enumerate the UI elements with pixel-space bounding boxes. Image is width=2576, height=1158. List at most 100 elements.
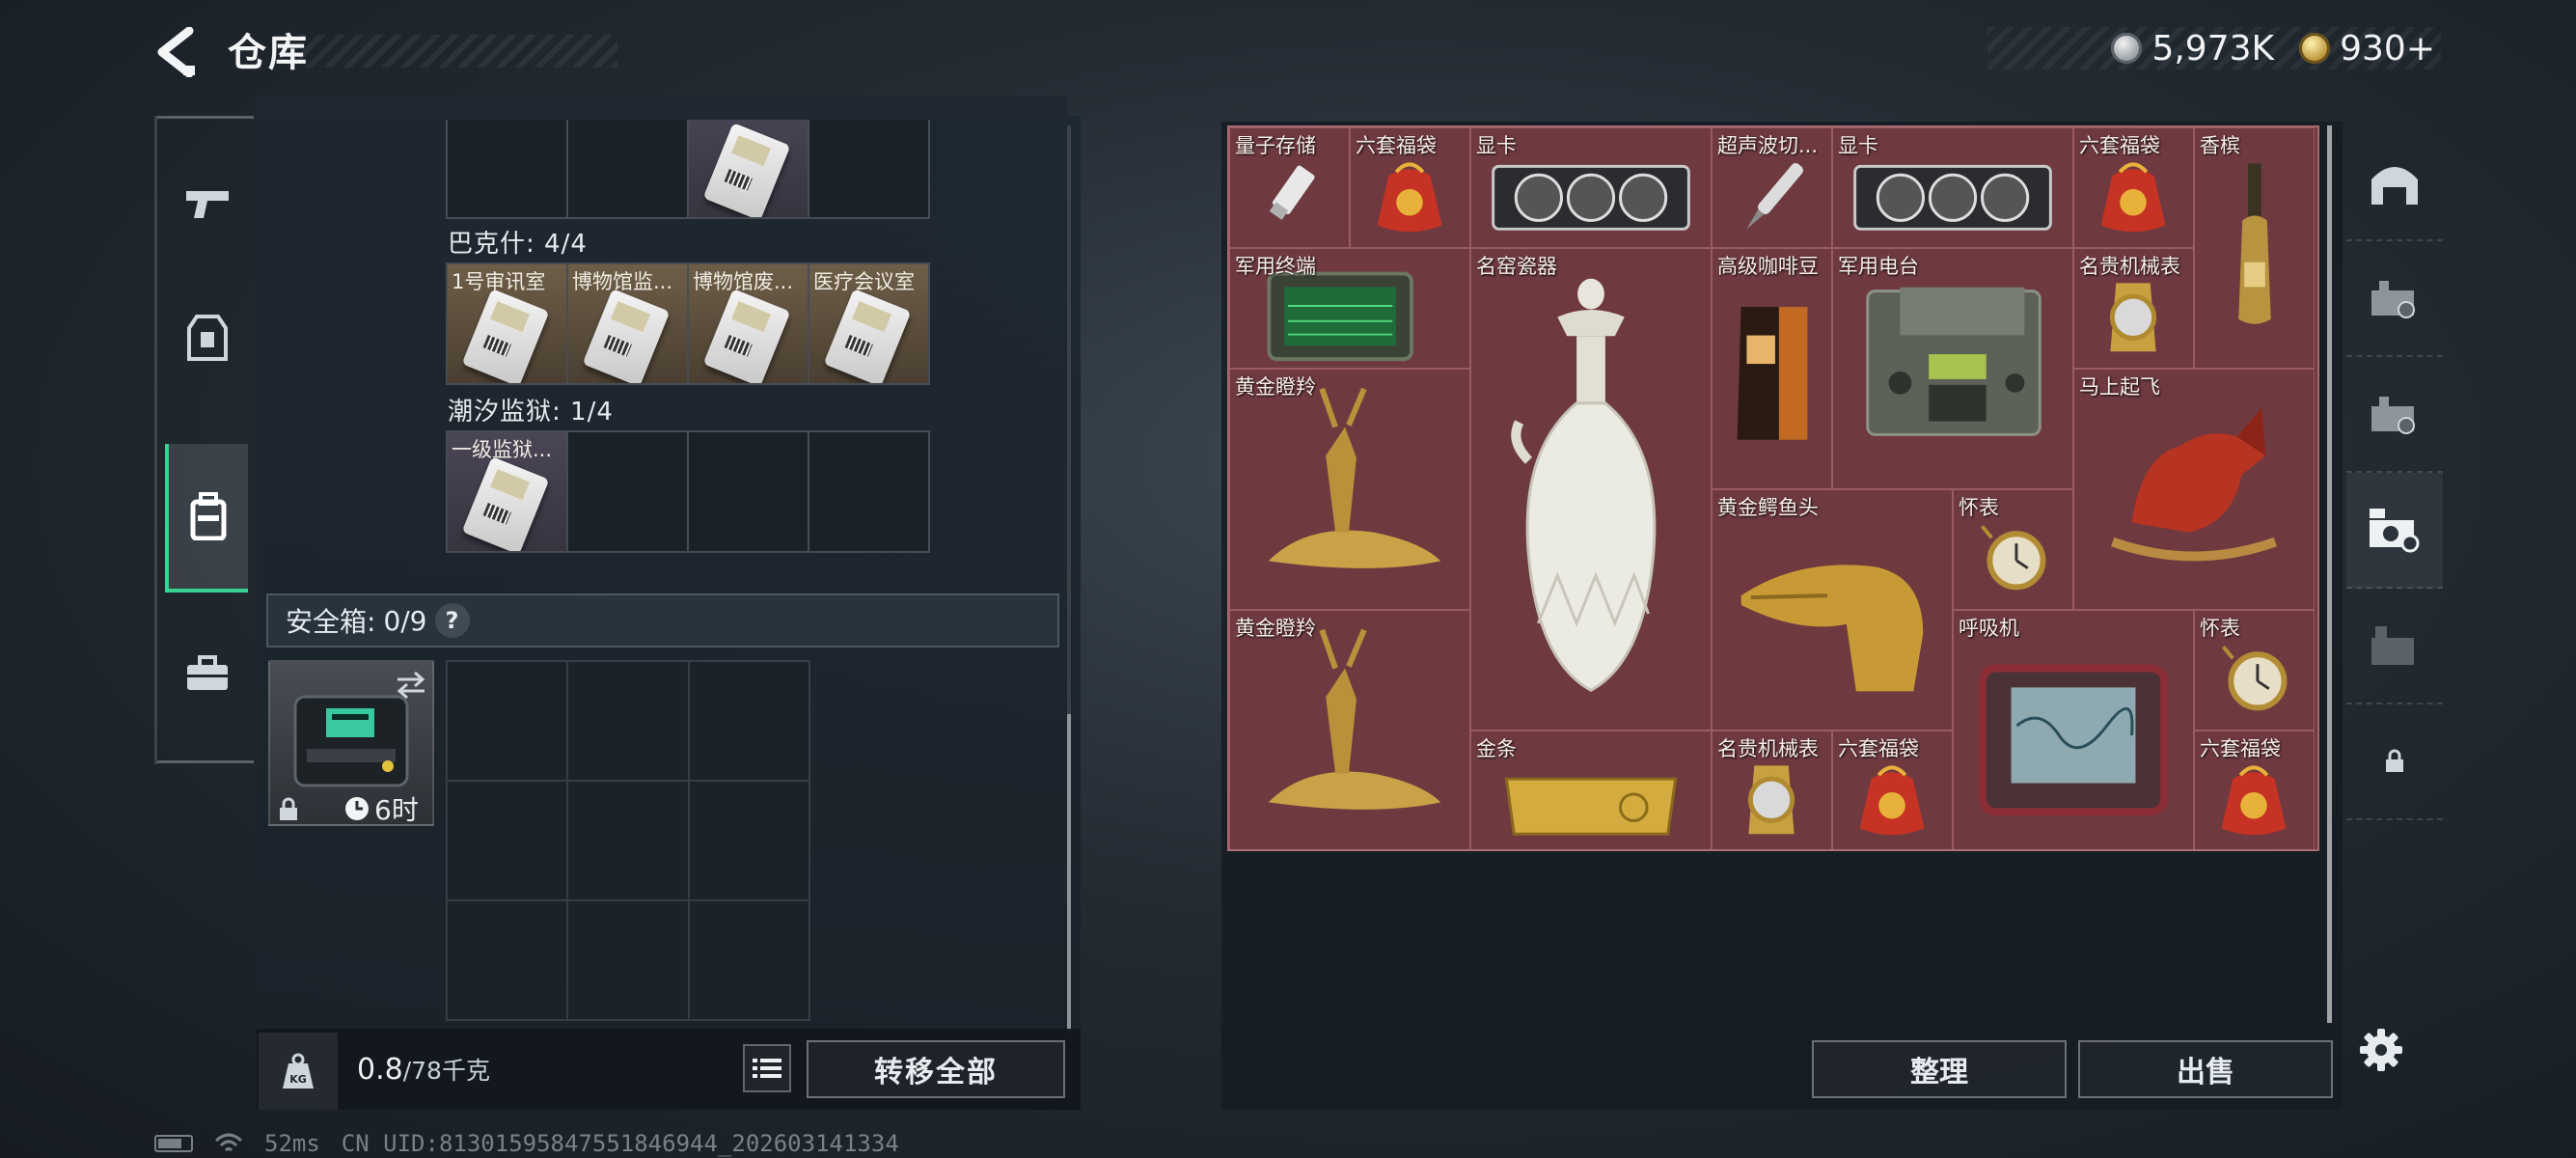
stash-main-icon xyxy=(2371,167,2418,205)
stash-item-pocket-watch[interactable]: 怀表 xyxy=(1953,489,2073,610)
stash-tab-2-icon xyxy=(2371,281,2415,318)
stash-item-gpu[interactable]: 显卡 xyxy=(1832,127,2073,248)
safebox-slot[interactable] xyxy=(448,901,567,1019)
gold-currency[interactable]: 930+ xyxy=(2299,29,2435,69)
silver-coin-icon xyxy=(2111,33,2143,64)
rail-armor[interactable] xyxy=(167,290,248,386)
item-label: 黄金瞪羚 xyxy=(1235,617,1316,640)
sort-button[interactable]: 整理 xyxy=(1812,1040,2067,1098)
lock-icon xyxy=(280,797,297,820)
stash-tab-5[interactable] xyxy=(2346,589,2443,704)
stash-item-ventilator[interactable]: 呼吸机 xyxy=(1953,610,2194,851)
safebox-slot[interactable] xyxy=(689,782,808,899)
stash-item-lucky-bag[interactable]: 六套福袋 xyxy=(1832,731,1953,851)
help-icon[interactable]: ? xyxy=(434,603,470,638)
stash-item-lucky-bag[interactable]: 六套福袋 xyxy=(2073,127,2194,248)
transfer-all-button[interactable]: 转移全部 xyxy=(807,1040,1065,1098)
stash-tab-locked[interactable] xyxy=(2346,704,2443,820)
safebox-slot[interactable] xyxy=(689,901,808,1019)
safebox-slot[interactable] xyxy=(568,662,688,780)
stash-item-champagne[interactable]: 香槟 xyxy=(2194,127,2315,369)
keycard-image xyxy=(461,289,550,383)
safebox-slot[interactable] xyxy=(448,662,567,780)
safebox-label: 安全箱: xyxy=(286,606,376,638)
rail-top-cap xyxy=(157,116,254,119)
keycard-slot[interactable]: 医疗会议室 xyxy=(809,264,928,383)
keycard-slot[interactable]: 博物馆监... xyxy=(568,264,687,383)
stash-item-ultrasonic-cutter[interactable]: 超声波切... xyxy=(1712,127,1832,248)
list-view-button[interactable] xyxy=(743,1044,791,1092)
keycard-image xyxy=(823,289,912,383)
stash-scrollbar[interactable] xyxy=(2327,125,2332,1023)
panel-top-mask xyxy=(257,96,1067,120)
stash-item-gold-bar[interactable]: 金条 xyxy=(1470,731,1712,851)
silver-currency[interactable]: 5,973K xyxy=(2111,29,2274,69)
stash-item-military-radio[interactable]: 军用电台 xyxy=(1832,248,2073,489)
safebox-slot[interactable] xyxy=(689,662,808,780)
stash-tab-main[interactable] xyxy=(2346,125,2443,241)
safebox-count: 0/9 xyxy=(383,604,427,637)
wifi-icon xyxy=(214,1133,243,1152)
stash-tab-4[interactable] xyxy=(2346,473,2443,589)
weight-kg-icon: KG xyxy=(283,1053,314,1089)
page-title: 仓库 xyxy=(228,31,309,75)
keycard-slot[interactable]: 1号审讯室 xyxy=(448,264,566,383)
safebox-header: 安全箱: 0/9 ? xyxy=(266,593,1059,648)
section-title-bakeshi: 巴克什: 4/4 xyxy=(448,230,588,259)
rail-briefcase[interactable] xyxy=(167,625,248,722)
stash-item-lucky-bag[interactable]: 六套福袋 xyxy=(1350,127,1470,248)
item-label: 显卡 xyxy=(1476,134,1517,157)
stash-item-coffee-beans[interactable]: 高级咖啡豆 xyxy=(1712,248,1832,489)
stash-grid: 量子存储 六套福袋 显卡 超声波切... 显卡 六套福袋 香槟 军用终端 名窑瓷… xyxy=(1227,125,2319,851)
safebox-slot[interactable] xyxy=(568,901,688,1019)
porcelain-vase-icon xyxy=(1511,278,1657,693)
item-label: 量子存储 xyxy=(1235,134,1316,157)
stash-item-gpu[interactable]: 显卡 xyxy=(1470,127,1712,248)
item-label: 名贵机械表 xyxy=(2079,255,2180,278)
safebox-slot[interactable] xyxy=(568,782,688,899)
stash-item-rocking-horse[interactable]: 马上起飞 xyxy=(2073,369,2315,610)
keycard-slot[interactable]: 博物馆废... xyxy=(689,264,808,383)
stash-item-golden-gazelle[interactable]: 黄金瞪羚 xyxy=(1229,610,1470,851)
keycard-slot[interactable]: 一级监狱... xyxy=(448,432,566,551)
rail-backpack[interactable] xyxy=(165,444,248,593)
item-label: 高级咖啡豆 xyxy=(1717,255,1819,278)
stash-item-luxury-watch[interactable]: 名贵机械表 xyxy=(1712,731,1832,851)
lock-icon xyxy=(2386,749,2403,772)
sell-button[interactable]: 出售 xyxy=(2078,1040,2333,1098)
keycard-slot[interactable] xyxy=(568,432,687,551)
keycard-slot[interactable] xyxy=(809,432,928,551)
stash-item-pocket-watch[interactable]: 怀表 xyxy=(2194,610,2315,731)
stash-item-military-terminal[interactable]: 军用终端 xyxy=(1229,248,1470,369)
status-footer: 52ms CN UID:813015958475518469​44_202603… xyxy=(154,1129,899,1158)
section-title-tide-prison: 潮汐监狱: 1/4 xyxy=(448,398,614,427)
golden-gazelle-icon xyxy=(1268,387,1441,568)
list-icon xyxy=(753,1059,781,1078)
stash-item-golden-gazelle[interactable]: 黄金瞪羚 xyxy=(1229,369,1470,610)
stash-tab-2[interactable] xyxy=(2346,241,2443,357)
settings-button[interactable] xyxy=(2354,1023,2408,1077)
rail-weapons[interactable] xyxy=(167,154,248,251)
keycard-slot[interactable] xyxy=(689,432,808,551)
stash-item-quantum-storage[interactable]: 量子存储 xyxy=(1229,127,1350,248)
container-scrollbar-thumb[interactable] xyxy=(1067,714,1071,1033)
back-button[interactable] xyxy=(154,26,199,78)
stash-item-golden-croc-head[interactable]: 黄金鳄鱼头 xyxy=(1712,489,1953,731)
back-arrow-icon xyxy=(157,26,195,78)
gold-amount: 930+ xyxy=(2340,28,2435,69)
swap-icon[interactable] xyxy=(394,670,428,699)
stash-item-famous-porcelain[interactable]: 名窑瓷器 xyxy=(1470,248,1712,731)
item-label: 名窑瓷器 xyxy=(1476,255,1557,278)
item-label: 呼吸机 xyxy=(1959,617,2019,640)
safebox-item[interactable]: 6时 xyxy=(268,660,434,826)
keycard-image xyxy=(702,289,791,383)
safebox-slot[interactable] xyxy=(448,782,567,899)
ventilator-icon xyxy=(1978,664,2169,816)
stash-tab-3-icon xyxy=(2371,397,2415,434)
backpack-icon xyxy=(190,492,227,540)
clock-icon xyxy=(345,797,369,820)
item-label: 黄金瞪羚 xyxy=(1235,375,1316,399)
stash-item-lucky-bag[interactable]: 六套福袋 xyxy=(2194,731,2315,851)
stash-item-luxury-watch[interactable]: 名贵机械表 xyxy=(2073,248,2194,369)
stash-tab-3[interactable] xyxy=(2346,357,2443,473)
